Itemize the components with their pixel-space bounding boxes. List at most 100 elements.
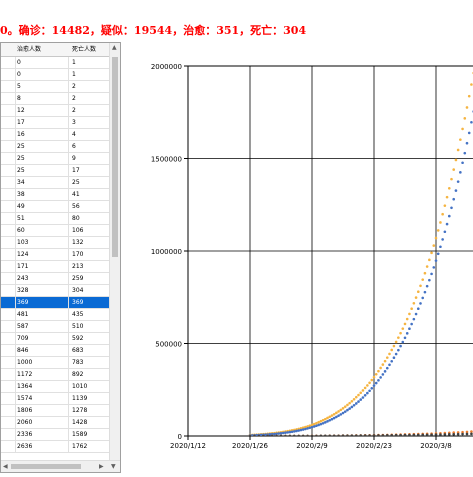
row-header-cell[interactable] xyxy=(1,165,16,176)
cell-deaths: 80 xyxy=(72,215,80,222)
grid-header: 治愈人数 死亡人数 xyxy=(1,43,109,57)
cell-deaths: 41 xyxy=(72,191,80,198)
series-3-point xyxy=(465,432,469,436)
row-header-cell[interactable] xyxy=(1,345,16,356)
scroll-left-icon[interactable]: ◀ xyxy=(3,463,8,470)
row-header-cell[interactable] xyxy=(1,237,16,248)
table-row[interactable]: 709 592 xyxy=(1,333,109,345)
row-header-cell[interactable] xyxy=(1,429,16,440)
column-header-cured[interactable]: 治愈人数 xyxy=(17,43,41,56)
row-header-cell[interactable] xyxy=(1,273,16,284)
cell-cured: 25 xyxy=(17,167,25,174)
table-row[interactable]: 243 259 xyxy=(1,273,109,285)
vertical-scroll-thumb[interactable] xyxy=(112,57,118,257)
row-header-cell[interactable] xyxy=(1,81,16,92)
table-row[interactable]: 2336 1589 xyxy=(1,429,109,441)
series-0-point xyxy=(416,290,420,293)
row-header-cell[interactable] xyxy=(1,441,16,452)
scroll-right-icon[interactable]: ▶ xyxy=(99,463,104,470)
table-row[interactable]: 369 369 xyxy=(1,297,109,309)
row-header-cell[interactable] xyxy=(1,285,16,296)
table-row[interactable]: 1000 783 xyxy=(1,357,109,369)
series-1-point xyxy=(335,415,338,419)
row-header-cell[interactable] xyxy=(1,225,16,236)
table-row[interactable]: 587 510 xyxy=(1,321,109,333)
series-1-point xyxy=(357,400,360,403)
series-0-point xyxy=(312,422,316,426)
table-row[interactable]: 01 xyxy=(1,57,109,69)
row-header-cell[interactable] xyxy=(1,201,16,212)
table-row[interactable]: 17 3 xyxy=(1,117,109,129)
table-row[interactable]: 16 4 xyxy=(1,129,109,141)
row-header-cell[interactable] xyxy=(1,417,16,428)
series-3-point xyxy=(292,434,296,436)
series-3-point xyxy=(261,434,265,436)
table-row[interactable]: 25 17 xyxy=(1,165,109,177)
table-row[interactable]: 846 683 xyxy=(1,345,109,357)
table-row[interactable]: 1574 1139 xyxy=(1,393,109,405)
scroll-up-icon[interactable]: ▲ xyxy=(112,44,117,51)
row-header-cell[interactable] xyxy=(1,261,16,272)
series-1-point xyxy=(339,413,343,416)
cell-deaths: 683 xyxy=(72,347,84,354)
row-header-cell[interactable] xyxy=(1,333,16,344)
series-1-point xyxy=(390,359,394,363)
table-row[interactable]: 124 170 xyxy=(1,249,109,261)
table-row[interactable]: 328 304 xyxy=(1,285,109,297)
table-row[interactable]: 1806 1278 xyxy=(1,405,109,417)
table-row[interactable]: 60 106 xyxy=(1,225,109,237)
row-header-cell[interactable] xyxy=(1,189,16,200)
series-1-point xyxy=(385,366,389,370)
table-row[interactable]: 12 2 xyxy=(1,105,109,117)
table-row[interactable]: 82 xyxy=(1,93,109,105)
series-3-point xyxy=(439,433,442,436)
row-header-cell[interactable] xyxy=(1,309,16,320)
row-header-cell[interactable] xyxy=(1,177,16,188)
data-grid[interactable]: 治愈人数 死亡人数 0 1 0 1 5 2 8 2 12 2 17 3 16 4 25 6 25 9 25 17 34 2… xyxy=(0,42,121,473)
row-header-cell[interactable] xyxy=(1,153,16,164)
row-header-cell[interactable] xyxy=(1,93,16,104)
table-row[interactable]: 34 25 xyxy=(1,177,109,189)
row-header-cell[interactable] xyxy=(1,381,16,392)
row-header-cell[interactable] xyxy=(1,213,16,224)
table-row[interactable]: 1172 892 xyxy=(1,369,109,381)
table-row[interactable]: 52 xyxy=(1,81,109,93)
row-header-cell[interactable] xyxy=(1,393,16,404)
table-row[interactable]: 01 xyxy=(1,69,109,81)
cell-deaths: 304 xyxy=(72,287,84,294)
table-row[interactable]: 2060 1428 xyxy=(1,417,109,429)
column-header-deaths[interactable]: 死亡人数 xyxy=(72,43,96,56)
table-row[interactable]: 103 132 xyxy=(1,237,109,249)
table-row[interactable]: 2636 1762 xyxy=(1,441,109,453)
row-header-cell[interactable] xyxy=(1,117,16,128)
series-1-point xyxy=(436,252,440,256)
table-row[interactable]: 25 6 xyxy=(1,141,109,153)
series-0-point xyxy=(374,372,378,376)
row-header-cell[interactable] xyxy=(1,297,16,308)
row-header-cell[interactable] xyxy=(1,69,16,80)
table-row[interactable]: 38 41 xyxy=(1,189,109,201)
cell-cured: 51 xyxy=(17,215,25,222)
horizontal-scrollbar[interactable]: ◀ ▶ ▼ xyxy=(1,460,120,472)
table-row[interactable]: 1364 1010 xyxy=(1,381,109,393)
vertical-scrollbar[interactable]: ▲ xyxy=(109,43,120,461)
series-1-point xyxy=(341,411,345,415)
series-0-point xyxy=(390,348,394,352)
table-row[interactable]: 25 9 xyxy=(1,153,109,165)
scroll-down-icon[interactable]: ▼ xyxy=(111,463,116,470)
row-header-cell[interactable] xyxy=(1,405,16,416)
row-header-cell[interactable] xyxy=(1,321,16,332)
row-header-cell[interactable] xyxy=(1,57,16,68)
table-row[interactable]: 49 56 xyxy=(1,201,109,213)
row-header-cell[interactable] xyxy=(1,249,16,260)
table-row[interactable]: 51 80 xyxy=(1,213,109,225)
table-row[interactable]: 171 213 xyxy=(1,261,109,273)
row-header-cell[interactable] xyxy=(1,129,16,140)
horizontal-scroll-thumb[interactable] xyxy=(11,464,81,469)
row-header-cell[interactable] xyxy=(1,369,16,380)
row-header-cell[interactable] xyxy=(1,357,16,368)
row-header-cell[interactable] xyxy=(1,105,16,116)
table-row[interactable]: 481 435 xyxy=(1,309,109,321)
row-header-cell[interactable] xyxy=(1,141,16,152)
cell-deaths: 1589 xyxy=(72,431,88,438)
